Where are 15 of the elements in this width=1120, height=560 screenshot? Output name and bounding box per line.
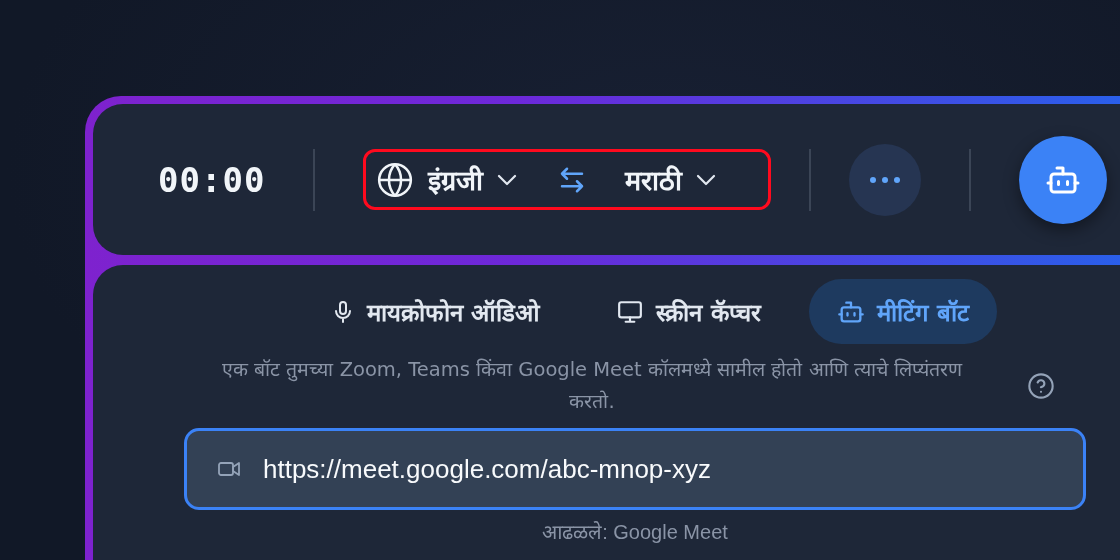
source-language-dropdown[interactable]: इंग्रजी — [428, 161, 518, 198]
globe-icon — [376, 160, 415, 199]
chevron-down-icon — [696, 173, 717, 186]
detected-platform-text: आढळले: Google Meet — [542, 520, 728, 545]
url-field[interactable]: https://meet.google.com/abc-mnop-xyz — [184, 428, 1086, 510]
monitor-icon — [616, 298, 645, 325]
source-tab[interactable]: मायक्रोफोन ऑडिओ — [302, 279, 569, 344]
source-tab[interactable]: स्क्रीन कॅप्चर — [588, 279, 789, 344]
more-icon — [868, 175, 903, 184]
timer: 00:00 — [158, 159, 266, 200]
chevron-down-icon — [497, 173, 518, 186]
description-text: एक बॉट तुमच्या Zoom, Teams किंवा Google Meet कॉलमध्ये सामील होतो आणि त्याचे लिप्यंतरण करतो. — [221, 357, 964, 415]
source-tab[interactable]: मीटिंग बॉट — [808, 279, 998, 344]
target-language-dropdown[interactable]: मराठी — [625, 161, 717, 198]
help-icon[interactable] — [1027, 372, 1055, 400]
